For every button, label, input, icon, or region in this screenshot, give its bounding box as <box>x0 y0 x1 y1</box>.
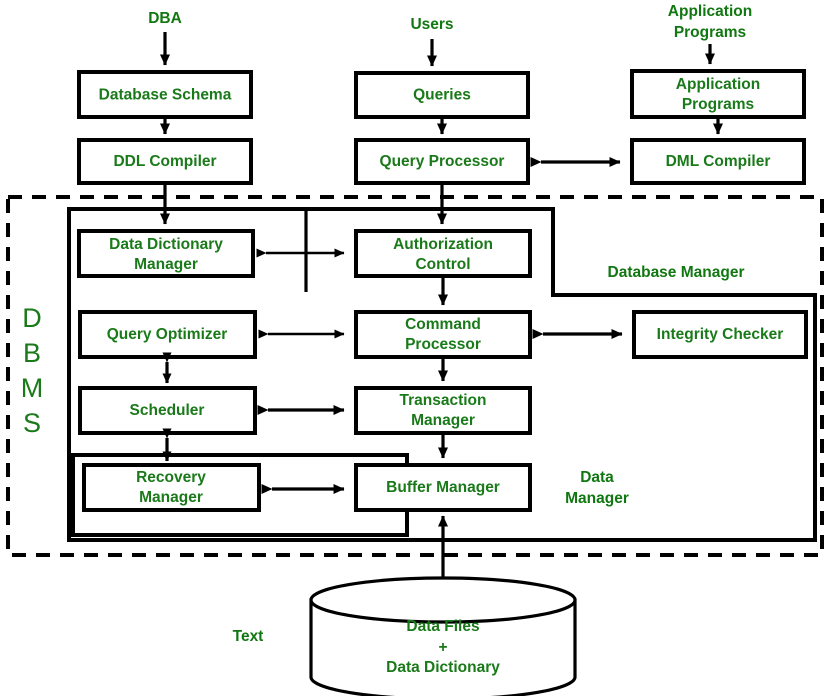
label-query-processor: Query Processor <box>380 153 505 170</box>
label-dml-compiler: DML Compiler <box>666 153 771 170</box>
dbms-letter-m: M <box>21 373 44 403</box>
label-queries: Queries <box>413 87 471 104</box>
label-buffer-manager: Buffer Manager <box>386 479 500 496</box>
label-data-manager-group-line2: Manager <box>565 490 629 507</box>
label-authorization-control-line2: Control <box>415 256 470 273</box>
source-label-application-programs-line1: Application <box>668 3 752 20</box>
label-integrity-checker: Integrity Checker <box>657 326 784 343</box>
label-transaction-manager-line1: Transaction <box>400 392 487 409</box>
label-data-store-line2: + <box>438 639 447 656</box>
label-command-processor-line1: Command <box>405 316 481 333</box>
label-recovery-manager-line1: Recovery <box>136 469 206 486</box>
label-query-optimizer: Query Optimizer <box>107 326 228 343</box>
label-scheduler: Scheduler <box>130 402 205 419</box>
label-data-dictionary-manager-line1: Data Dictionary <box>109 236 223 253</box>
data-store-top <box>309 576 577 624</box>
dbms-architecture-diagram: DBA Users Application Programs Database … <box>6 3 824 696</box>
label-data-store-line1: Data Files <box>406 618 479 635</box>
label-database-schema: Database Schema <box>99 87 232 104</box>
label-data-manager-group-line1: Data <box>580 469 614 486</box>
dbms-letter-s: S <box>23 408 41 438</box>
dbms-letter-b: B <box>23 338 41 368</box>
dbms-letter-d: D <box>22 303 42 333</box>
label-application-programs-line1: Application <box>676 76 760 93</box>
label-data-dictionary-manager-line2: Manager <box>134 256 198 273</box>
label-authorization-control-line1: Authorization <box>393 236 493 253</box>
source-label-application-programs-line2: Programs <box>674 24 746 41</box>
source-label-dba: DBA <box>148 10 182 27</box>
label-application-programs-line2: Programs <box>682 96 754 113</box>
label-data-store-line3: Data Dictionary <box>386 659 500 676</box>
label-database-manager-group: Database Manager <box>608 264 745 281</box>
label-recovery-manager-line2: Manager <box>139 489 203 506</box>
label-command-processor-line2: Processor <box>405 336 481 353</box>
diagram-canvas: DBA Users Application Programs Database … <box>0 0 830 696</box>
label-ddl-compiler: DDL Compiler <box>113 153 216 170</box>
label-transaction-manager-line2: Manager <box>411 412 475 429</box>
label-text-annotation: Text <box>233 628 264 645</box>
source-label-users: Users <box>410 16 453 33</box>
